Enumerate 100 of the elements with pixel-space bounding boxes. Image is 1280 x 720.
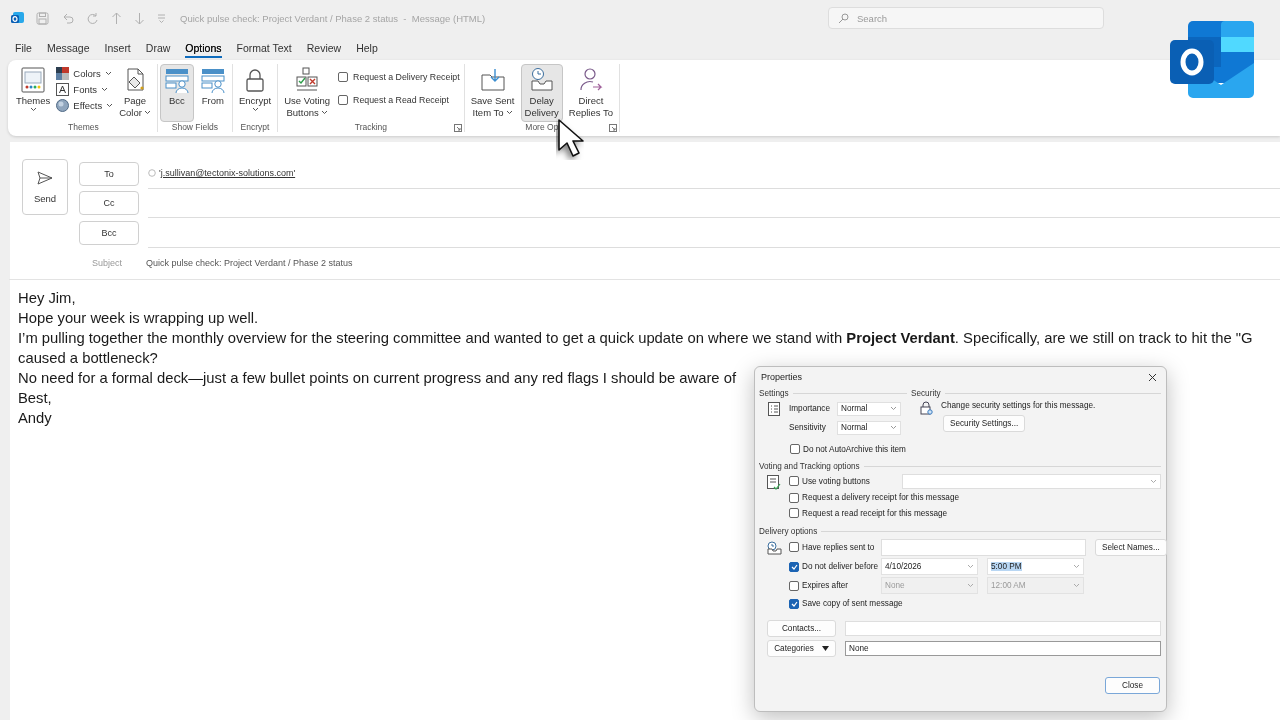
checkbox[interactable] (789, 492, 799, 503)
ribbon-button[interactable]: Bcc (159, 64, 194, 122)
list-document-icon (768, 402, 780, 416)
dropdown[interactable]: 5:00 PM (987, 558, 1084, 575)
subject-label: Subject (91, 258, 123, 268)
chevron-down-icon (1073, 583, 1080, 588)
checkbox[interactable] (790, 444, 800, 454)
dialog-title: Properties (761, 372, 803, 382)
ribbon-button[interactable]: Page Color (115, 64, 155, 122)
ribbon-tab[interactable]: Review (306, 38, 342, 58)
person-arrow-icon (577, 67, 604, 93)
dropdown[interactable]: 4/10/2026 (881, 558, 978, 575)
ribbon-button[interactable]: Use Voting Buttons (280, 64, 335, 122)
chevron-down-icon (505, 109, 513, 115)
checkbox-label: Have replies sent to (802, 542, 875, 552)
checkbox[interactable] (789, 542, 799, 552)
lock-key-icon (919, 401, 933, 415)
recipient-button[interactable]: Bcc (79, 220, 139, 245)
ribbon-button[interactable]: Effects (56, 99, 114, 112)
checkbox[interactable] (338, 95, 349, 105)
checkbox[interactable] (789, 561, 799, 572)
clock-tray-icon (766, 541, 782, 555)
security-text: Change security settings for this message. (941, 401, 1097, 410)
dialog-launcher-icon[interactable] (609, 124, 617, 132)
chevron-down-icon (251, 106, 259, 112)
window-title: Quick pulse check: Project Verdant / Phase 2 status - Message (HTML) (180, 12, 487, 24)
ribbon-tab[interactable]: Format Text (236, 38, 292, 58)
recipient-address[interactable]: 'j.sullivan@tectonix-solutions.com' (159, 168, 296, 179)
group-label: More Op (525, 122, 559, 132)
chevron-down-icon (320, 109, 328, 115)
ribbon-tab[interactable]: Options (185, 38, 222, 58)
ribbon-tab[interactable]: Help (356, 38, 378, 58)
chevron-down-icon (890, 406, 897, 411)
section-heading: Security (911, 388, 941, 398)
subject-field[interactable]: Quick pulse check: Project Verdant / Phase 2 status (146, 258, 353, 268)
body-text: I’m pulling together the monthly overview for the steering committee and wanted to get a quick update on where we stand with Project Verdant. Specifically, are we still on track to hit the "G (18, 328, 1253, 348)
check-icon (790, 600, 798, 607)
checklist-icon (767, 475, 781, 490)
ribbon-button[interactable]: Save Sent Item To (466, 64, 519, 122)
ribbon-button[interactable]: Themes (12, 64, 55, 122)
close-button[interactable]: Close (1105, 677, 1160, 694)
checkbox[interactable] (789, 476, 799, 486)
dropdown[interactable]: Normal (837, 401, 901, 416)
dropdown[interactable]: Normal (837, 420, 901, 435)
recipient-field[interactable]: 'j.sullivan@tectonix-solutions.com' (148, 159, 1280, 189)
ribbon-tab[interactable]: Message (46, 38, 90, 58)
clock-tray-icon (528, 67, 555, 93)
chevron-down-icon (890, 425, 897, 430)
contacts-button[interactable]: Contacts... (767, 620, 836, 637)
chevron-down-icon (1073, 564, 1080, 569)
group-label: Encrypt (240, 122, 270, 132)
ribbon-button[interactable]: Delay Delivery (520, 64, 563, 122)
group-label: Themes (68, 122, 99, 132)
checkbox[interactable] (789, 508, 799, 519)
recipient-button[interactable]: To (79, 161, 139, 186)
checkbox[interactable] (789, 598, 799, 609)
outlook-icon (11, 11, 24, 25)
ribbon-button[interactable]: Encrypt (234, 64, 276, 122)
chevron-down-icon (106, 103, 114, 108)
checkbox-label: Do not AutoArchive this item (803, 444, 906, 454)
font-icon (56, 83, 70, 96)
search-icon (838, 12, 849, 24)
checkbox[interactable] (338, 72, 349, 82)
ribbon-button[interactable]: Direct Replies To (564, 64, 617, 122)
field-label: Importance (789, 404, 831, 413)
ribbon-button[interactable]: Fonts (56, 83, 114, 96)
body-text: caused a bottleneck? (18, 348, 158, 368)
color-swatch-icon (56, 67, 70, 80)
input-field[interactable] (845, 621, 1161, 636)
input-field[interactable] (881, 538, 1086, 556)
checkbox-label: Do not deliver before (802, 562, 878, 571)
checkbox-label: Request a delivery receipt for this message (802, 493, 959, 503)
checkbox-label: Request a read receipt for this message (802, 508, 948, 518)
section-heading: Delivery options (759, 526, 818, 536)
caret-icon (821, 646, 829, 651)
checkbox-label: Use voting buttons (802, 476, 870, 486)
ribbon-tab[interactable]: Insert (104, 38, 131, 58)
group-label: Show Fields (171, 122, 219, 132)
ribbon-tab[interactable]: Draw (145, 38, 171, 58)
effects-icon (56, 99, 70, 112)
check-icon (790, 563, 798, 570)
chevron-down-icon (967, 583, 974, 588)
checkbox-label: Save copy of sent message (802, 599, 903, 608)
recipient-button[interactable]: Cc (79, 191, 139, 216)
body-text: Hey Jim, (18, 288, 76, 308)
ribbon-button[interactable]: From (195, 64, 230, 122)
dialog-launcher-icon[interactable] (453, 124, 462, 132)
send-icon (37, 170, 53, 185)
chevron-down-icon (29, 106, 37, 112)
categories-button[interactable]: Categories (767, 640, 836, 657)
section-heading: Settings (759, 388, 789, 398)
body-text: Andy (18, 408, 52, 428)
security-settings-button[interactable]: Security Settings... (943, 415, 1026, 432)
checkbox-label: Request a Delivery Receipt (353, 72, 460, 82)
ribbon-button[interactable]: Colors (56, 67, 114, 80)
ribbon-tab[interactable]: File (15, 38, 32, 58)
checkbox-label: Expires after (802, 581, 848, 590)
theme-palette-icon (20, 67, 47, 93)
send-button[interactable]: Send (22, 159, 68, 215)
select-names-button[interactable]: Select Names... (1095, 538, 1167, 556)
